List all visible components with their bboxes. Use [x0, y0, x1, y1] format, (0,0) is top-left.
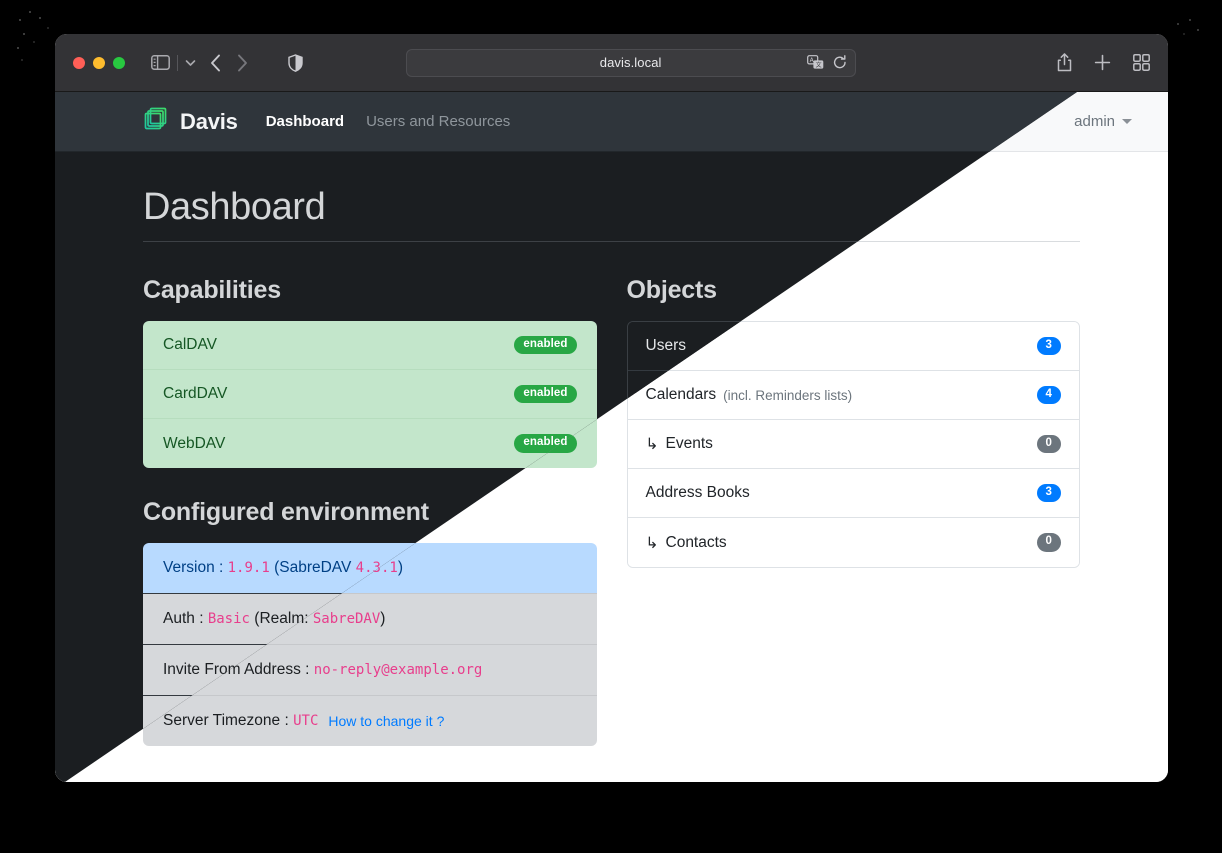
brand-name: Davis	[180, 108, 238, 134]
sidebar-chevron-down-icon[interactable]	[185, 59, 196, 67]
objects-heading: Objects	[626, 276, 718, 304]
sub-arrow-icon: ↳	[645, 533, 659, 552]
page-container: Dashboard Capabilities CalDAV enabled Ca…	[55, 152, 1168, 746]
environment-list: Version : 1.9.1 (SabreDAV 4.3.1) Auth : …	[143, 543, 597, 746]
capability-row-webdav[interactable]: WebDAV enabled	[143, 419, 597, 468]
browser-window: davis.local A 文 Davis Dashboard Users an…	[55, 34, 1168, 782]
environment-heading: Configured environment	[143, 498, 429, 526]
object-label: Contacts	[665, 533, 727, 551]
object-note: (incl. Reminders lists)	[723, 387, 853, 403]
browser-toolbar: davis.local A 文	[55, 34, 1168, 92]
environment-suffix-open: (Realm:	[254, 610, 309, 627]
environment-suffix-close: )	[397, 559, 403, 576]
image-artifact-speckle-left	[14, 8, 60, 66]
brand[interactable]: Davis	[143, 106, 238, 137]
capability-label: CardDAV	[163, 385, 228, 402]
count-badge: 0	[1036, 533, 1061, 552]
environment-suffix-close: )	[380, 610, 386, 627]
capability-row-carddav[interactable]: CardDAV enabled	[143, 370, 597, 419]
tab-grid-icon[interactable]	[1133, 54, 1150, 71]
capability-row-caldav[interactable]: CalDAV enabled	[143, 321, 597, 370]
environment-label: Auth :	[163, 610, 204, 627]
back-arrow-icon[interactable]	[210, 54, 221, 72]
left-column: Capabilities CalDAV enabled CardDAV enab…	[143, 276, 597, 746]
user-menu-label: admin	[1074, 113, 1115, 130]
screenshot-root: davis.local A 文 Davis Dashboard Users an…	[0, 0, 1222, 853]
status-badge: enabled	[514, 384, 577, 404]
share-icon[interactable]	[1057, 53, 1072, 72]
chevron-down-icon	[1122, 119, 1132, 124]
minimize-window-button[interactable]	[93, 56, 105, 69]
app-navbar: Davis Dashboard Users and Resources admi…	[55, 92, 1168, 152]
window-controls[interactable]	[73, 56, 125, 69]
maximize-window-button[interactable]	[113, 56, 125, 69]
how-to-change-timezone-link[interactable]: How to change it ?	[328, 713, 444, 729]
object-row-address-books[interactable]: Address Books 3	[627, 469, 1079, 518]
count-badge: 3	[1036, 483, 1061, 503]
privacy-shield-icon[interactable]	[288, 53, 303, 72]
environment-row-auth[interactable]: Auth : Basic (Realm: SabreDAV)	[143, 594, 597, 645]
reload-icon[interactable]	[833, 55, 847, 70]
right-column: Objects Users 3 Calendars (incl. Reminde…	[626, 276, 1080, 746]
environment-value: 1.9.1	[227, 560, 270, 576]
environment-suffix-open: (SabreDAV	[274, 559, 352, 576]
status-badge: enabled	[514, 335, 577, 355]
environment-row-version[interactable]: Version : 1.9.1 (SabreDAV 4.3.1)	[143, 543, 597, 594]
image-artifact-speckle-right	[1172, 18, 1206, 44]
environment-row-server-timezone[interactable]: Server Timezone : UTC How to change it ?	[143, 696, 597, 746]
object-label: Address Books	[645, 484, 750, 501]
object-label: Events	[665, 435, 713, 452]
capability-label: WebDAV	[163, 434, 226, 452]
capabilities-heading: Capabilities	[143, 276, 281, 304]
object-row-contacts[interactable]: ↳ Contacts 0	[627, 518, 1079, 567]
environment-value: Basic	[207, 611, 250, 627]
page-title: Dashboard	[143, 186, 1080, 242]
sub-arrow-icon: ↳	[645, 435, 659, 453]
environment-value-secondary: 4.3.1	[355, 560, 398, 576]
count-badge: 0	[1036, 434, 1061, 454]
environment-value-secondary: SabreDAV	[312, 611, 381, 627]
svg-text:文: 文	[815, 61, 821, 69]
object-row-users[interactable]: Users 3	[627, 322, 1079, 371]
capability-label: CalDAV	[163, 336, 217, 353]
environment-value: UTC	[293, 713, 319, 729]
nav-link-dashboard[interactable]: Dashboard	[266, 113, 344, 130]
object-label: Users	[645, 337, 686, 354]
objects-list: Users 3 Calendars (incl. Reminders lists…	[626, 321, 1080, 568]
forward-arrow-icon[interactable]	[237, 54, 248, 72]
sidebar-toggle-icon[interactable]	[151, 55, 170, 70]
address-bar-text: davis.local	[599, 55, 662, 70]
environment-value: no-reply@example.org	[313, 662, 483, 678]
user-menu[interactable]: admin	[1074, 113, 1132, 130]
status-badge: enabled	[514, 434, 577, 453]
plus-icon[interactable]	[1094, 54, 1111, 71]
object-label: Calendars	[645, 386, 717, 403]
toolbar-divider	[177, 54, 178, 71]
object-row-calendars[interactable]: Calendars (incl. Reminders lists) 4	[627, 371, 1079, 420]
count-badge: 4	[1036, 385, 1061, 405]
stacked-squares-logo-icon	[143, 106, 169, 137]
environment-row-invite-from-address[interactable]: Invite From Address : no-reply@example.o…	[143, 645, 597, 696]
count-badge: 3	[1036, 336, 1061, 356]
object-row-events[interactable]: ↳ Events 0	[627, 420, 1079, 469]
address-bar[interactable]: davis.local A 文	[405, 48, 856, 77]
environment-label: Invite From Address :	[163, 661, 310, 678]
environment-label: Version :	[163, 559, 224, 576]
nav-links: Dashboard Users and Resources	[266, 113, 511, 130]
page-content: Davis Dashboard Users and Resources admi…	[55, 92, 1168, 782]
capabilities-list: CalDAV enabled CardDAV enabled WebDAV en…	[143, 321, 597, 468]
environment-label: Server Timezone :	[163, 712, 289, 729]
nav-link-users-and-resources[interactable]: Users and Resources	[366, 113, 510, 130]
translate-icon[interactable]: A 文	[806, 55, 824, 70]
close-window-button[interactable]	[73, 56, 85, 69]
